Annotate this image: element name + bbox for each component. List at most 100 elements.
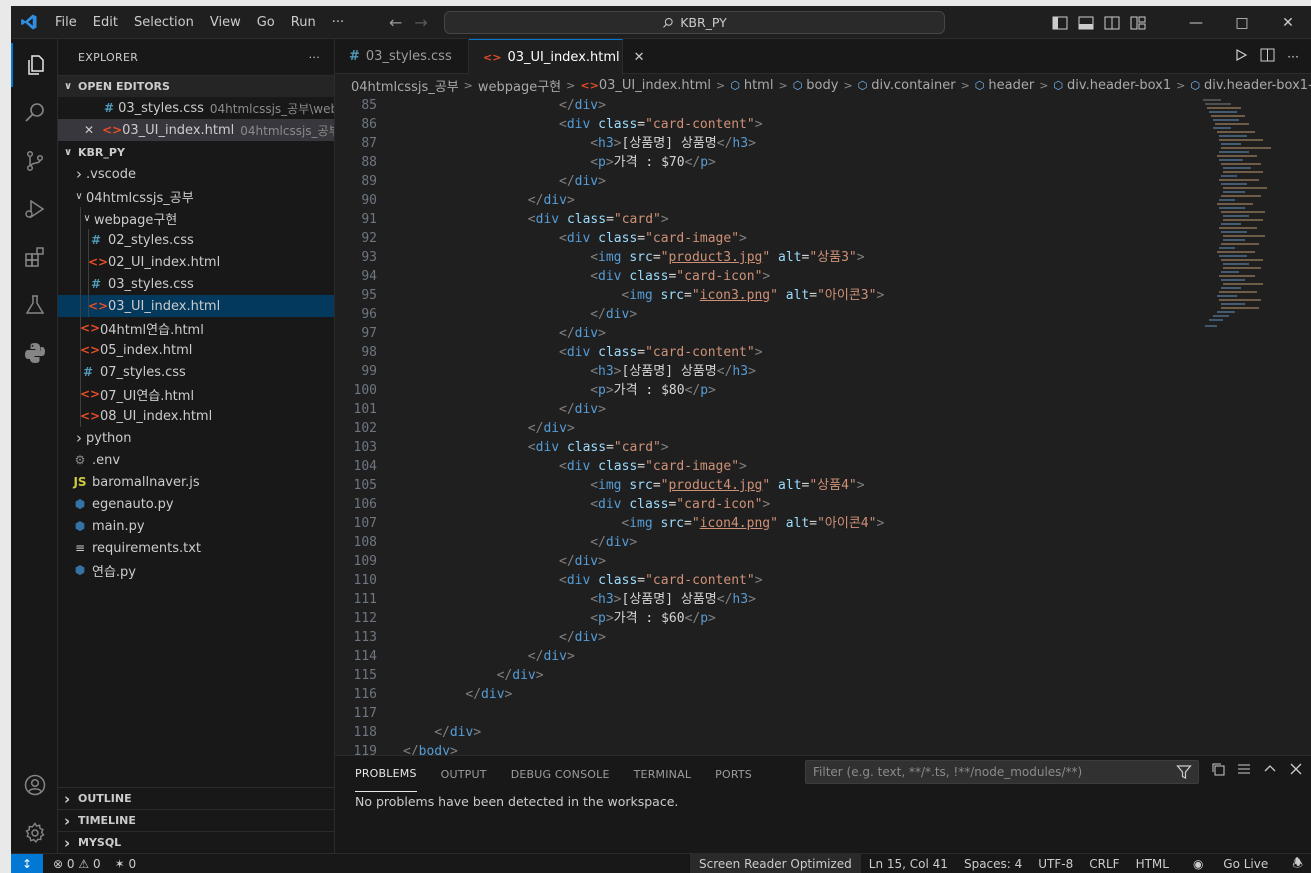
line-number: 101 xyxy=(353,402,377,417)
breadcrumb-item[interactable]: 03_UI_index.html xyxy=(599,78,711,93)
sidebar-section-outline[interactable]: › OUTLINE xyxy=(58,787,335,809)
settings-gear-icon[interactable] xyxy=(11,811,58,855)
toggle-panel-icon[interactable] xyxy=(1073,16,1099,30)
panel-tab-ports[interactable]: PORTS xyxy=(715,756,752,792)
tree-item[interactable]: <> 07_UI연습.html xyxy=(58,383,334,405)
tree-item[interactable]: JS baromallnaver.js xyxy=(58,471,334,493)
open-editor-item[interactable]: #03_styles.css 04htmlcssjs_공부\webp... xyxy=(58,97,334,119)
code-editor[interactable]: 85 </div> 86 <div class="card-content"> 87 <h… xyxy=(335,96,1311,755)
accounts-icon[interactable] xyxy=(11,763,58,807)
notifications-bell-icon[interactable]: 🕭 xyxy=(1284,854,1311,873)
code-line: 93 <img src="product3.jpg" alt="상품3"> xyxy=(335,248,1311,267)
tab-inactive[interactable]: #03_styles.css xyxy=(335,39,469,74)
tree-item[interactable]: #07_styles.css xyxy=(58,361,334,383)
tree-item[interactable]: <> 08_UI_index.html xyxy=(58,405,334,427)
run-file-icon[interactable] xyxy=(1234,48,1248,65)
panel-tab-debug-console[interactable]: DEBUG CONSOLE xyxy=(511,756,610,792)
minimize-icon[interactable]: — xyxy=(1173,15,1219,31)
menu-item-0[interactable]: File xyxy=(47,15,85,30)
editor-more-actions-icon[interactable]: ··· xyxy=(1287,49,1299,64)
back-arrow-icon[interactable]: ← xyxy=(389,13,402,32)
breadcrumb-item[interactable]: div.header-box1-right xyxy=(1204,78,1311,93)
explorer-files-icon[interactable] xyxy=(11,43,58,87)
close-tab-icon[interactable]: ✕ xyxy=(634,50,645,65)
code-token: [상품명] 상품명 xyxy=(621,136,717,151)
breadcrumb-item[interactable]: body xyxy=(806,78,838,93)
maximize-icon[interactable]: □ xyxy=(1219,15,1265,31)
tree-item[interactable]: <> 05_index.html xyxy=(58,339,334,361)
search-icon[interactable] xyxy=(11,91,58,135)
copy-icon[interactable] xyxy=(1211,762,1225,779)
forward-arrow-icon[interactable]: → xyxy=(414,13,427,32)
minimap[interactable] xyxy=(1201,96,1301,396)
menu-item-1[interactable]: Edit xyxy=(85,15,126,30)
tree-item[interactable]: ∨ 04htmlcssjs_공부 xyxy=(58,185,334,207)
screen-reader-status[interactable]: Screen Reader Optimized xyxy=(690,854,861,873)
vscode-logo-icon[interactable] xyxy=(11,6,47,39)
explorer-more-actions-icon[interactable]: ··· xyxy=(309,51,320,64)
source-control-icon[interactable] xyxy=(11,139,58,183)
workspace-root-header[interactable]: ∨ KBR_PY xyxy=(58,141,334,163)
code-token: > xyxy=(605,611,614,626)
tree-item[interactable]: <> 02_UI_index.html xyxy=(58,251,334,273)
breadcrumb-item[interactable]: div.header-box1 xyxy=(1067,78,1171,93)
close-window-icon[interactable]: ✕ xyxy=(1265,15,1311,31)
breadcrumb-item[interactable]: div.container xyxy=(871,78,955,93)
tree-item[interactable]: <> 03_UI_index.html xyxy=(58,295,334,317)
problems-filter-input[interactable]: Filter (e.g. text, **/*.ts, !**/node_mod… xyxy=(805,760,1199,784)
menu-item-2[interactable]: Selection xyxy=(126,15,202,30)
sidebar-section-mysql[interactable]: › MYSQL xyxy=(58,831,335,853)
close-editor-icon[interactable]: ✕ xyxy=(84,123,94,137)
line-number: 87 xyxy=(361,136,377,151)
tree-item[interactable]: #03_styles.css xyxy=(58,273,334,295)
panel-tab-terminal[interactable]: TERMINAL xyxy=(634,756,692,792)
open-editors-header[interactable]: ∨ OPEN EDITORS xyxy=(58,75,334,97)
menu-item-6[interactable]: ··· xyxy=(324,15,352,30)
tree-item[interactable]: <> 04html연습.html xyxy=(58,317,334,339)
problems-status[interactable]: ⊗ 0 ⚠ 0 xyxy=(53,857,101,871)
sidebar-section-timeline[interactable]: › TIMELINE xyxy=(58,809,335,831)
breadcrumb-item[interactable]: 04htmlcssjs_공부 xyxy=(351,76,459,95)
tab-active[interactable]: <> 03_UI_index.html ✕ xyxy=(469,39,645,75)
eol-status[interactable]: CRLF xyxy=(1081,857,1127,871)
breadcrumb-item[interactable]: webpage구현 xyxy=(478,76,561,95)
python-icon[interactable] xyxy=(11,331,58,375)
tree-item[interactable]: #02_styles.css xyxy=(58,229,334,251)
tree-item[interactable]: ≡ requirements.txt xyxy=(58,537,334,559)
close-panel-icon[interactable] xyxy=(1289,762,1303,779)
remote-indicator-icon[interactable]: ↕ xyxy=(11,853,43,873)
split-editor-icon[interactable] xyxy=(1260,48,1275,65)
tree-item[interactable]: ⚙ .env xyxy=(58,449,334,471)
command-center-search[interactable]: KBR_PY xyxy=(444,11,945,34)
cursor-position[interactable]: Ln 15, Col 41 xyxy=(861,857,956,871)
tree-item[interactable]: › .vscode xyxy=(58,163,334,185)
ports-status[interactable]: ✶ 0 xyxy=(115,857,137,871)
toggle-primary-sidebar-icon[interactable] xyxy=(1047,16,1073,30)
encoding-status[interactable]: UTF-8 xyxy=(1030,857,1081,871)
view-as-list-icon[interactable] xyxy=(1237,762,1251,779)
menu-item-3[interactable]: View xyxy=(202,15,249,30)
tree-item[interactable]: ⬢ egenauto.py xyxy=(58,493,334,515)
panel-tab-problems[interactable]: PROBLEMS xyxy=(355,756,417,792)
tree-item[interactable]: ⬢ 연습.py xyxy=(58,559,334,581)
tree-item-label: .env xyxy=(92,452,121,468)
breadcrumb-item[interactable]: header xyxy=(988,78,1034,93)
menu-item-4[interactable]: Go xyxy=(249,15,283,30)
maximize-panel-icon[interactable] xyxy=(1263,762,1277,779)
go-live-button[interactable]: ◉ Go Live xyxy=(1177,857,1284,871)
tree-item[interactable]: ⬢ main.py xyxy=(58,515,334,537)
extensions-icon[interactable] xyxy=(11,235,58,279)
filter-funnel-icon[interactable] xyxy=(1176,764,1192,780)
tree-item[interactable]: › python xyxy=(58,427,334,449)
testing-flask-icon[interactable] xyxy=(11,283,58,327)
run-debug-icon[interactable] xyxy=(11,187,58,231)
tree-item[interactable]: ∨ webpage구현 xyxy=(58,207,334,229)
open-editor-item[interactable]: ✕ <>03_UI_index.html 04htmlcssjs_공부\... xyxy=(58,119,334,141)
language-mode[interactable]: HTML xyxy=(1128,857,1177,871)
menu-item-5[interactable]: Run xyxy=(283,15,324,30)
panel-tab-output[interactable]: OUTPUT xyxy=(441,756,487,792)
breadcrumb-item[interactable]: html xyxy=(744,78,774,93)
toggle-secondary-sidebar-icon[interactable] xyxy=(1099,16,1125,30)
indentation-status[interactable]: Spaces: 4 xyxy=(956,857,1030,871)
customize-layout-icon[interactable] xyxy=(1125,16,1151,30)
